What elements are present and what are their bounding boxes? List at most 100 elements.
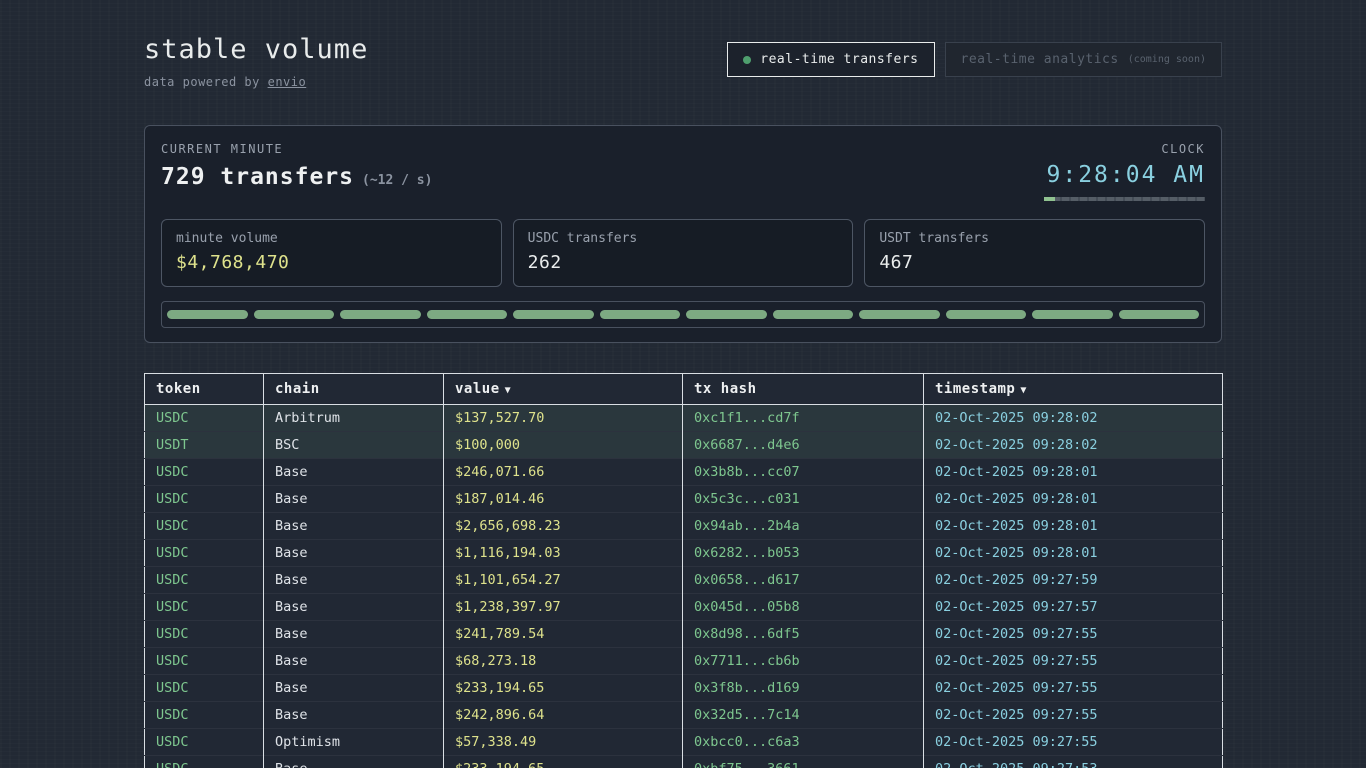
- tx-hash-cell[interactable]: 0x3f8b...d169: [683, 675, 924, 702]
- transfer-count-block: CURRENT MINUTE 729 transfers (~12 / s): [161, 142, 432, 190]
- tx-hash-cell[interactable]: 0xbcc0...c6a3: [683, 729, 924, 756]
- table-header-row: token chain value▼ tx hash timestamp▼: [145, 374, 1223, 405]
- chain-cell: Base: [264, 567, 444, 594]
- timestamp-cell: 02-Oct-2025 09:28:01: [924, 540, 1223, 567]
- token-cell: USDC: [145, 405, 264, 432]
- table-row: USDCBase$241,789.540x8d98...6df502-Oct-2…: [145, 621, 1223, 648]
- tab-label: real-time transfers: [760, 52, 918, 67]
- tx-hash-cell[interactable]: 0x5c3c...c031: [683, 486, 924, 513]
- pulse-segment: [859, 310, 940, 319]
- value-cell: $187,014.46: [444, 486, 683, 513]
- stat-value: 262: [528, 252, 839, 273]
- clock-time: 9:28:04 AM: [1044, 162, 1205, 188]
- table-row: USDCBase$246,071.660x3b8b...cc0702-Oct-2…: [145, 459, 1223, 486]
- column-header-timestamp[interactable]: timestamp▼: [924, 374, 1223, 405]
- value-cell: $1,116,194.03: [444, 540, 683, 567]
- timestamp-cell: 02-Oct-2025 09:27:55: [924, 729, 1223, 756]
- chain-cell: Base: [264, 702, 444, 729]
- chain-cell: Base: [264, 648, 444, 675]
- pulse-segment: [1032, 310, 1113, 319]
- token-cell: USDC: [145, 702, 264, 729]
- token-cell: USDC: [145, 675, 264, 702]
- minute-progress-track: [1044, 197, 1205, 201]
- envio-link[interactable]: envio: [268, 75, 307, 89]
- timestamp-cell: 02-Oct-2025 09:28:01: [924, 459, 1223, 486]
- token-cell: USDC: [145, 756, 264, 768]
- value-cell: $1,238,397.97: [444, 594, 683, 621]
- column-header-value[interactable]: value▼: [444, 374, 683, 405]
- table-row: USDCBase$233,194.650x3f8b...d16902-Oct-2…: [145, 675, 1223, 702]
- timestamp-cell: 02-Oct-2025 09:28:01: [924, 486, 1223, 513]
- stat-minute-volume: minute volume $4,768,470: [161, 219, 502, 287]
- tab-label: real-time analytics: [961, 52, 1119, 67]
- value-cell: $241,789.54: [444, 621, 683, 648]
- table-row: USDCBase$2,656,698.230x94ab...2b4a02-Oct…: [145, 513, 1223, 540]
- table-row: USDCArbitrum$137,527.700xc1f1...cd7f02-O…: [145, 405, 1223, 432]
- column-label: chain: [275, 381, 320, 397]
- minute-progress-fill: [1044, 197, 1055, 201]
- column-label: token: [156, 381, 201, 397]
- tab-realtime-transfers[interactable]: real-time transfers: [727, 42, 934, 77]
- tx-hash-cell[interactable]: 0x32d5...7c14: [683, 702, 924, 729]
- clock-label: CLOCK: [1044, 142, 1205, 156]
- current-minute-panel: CURRENT MINUTE 729 transfers (~12 / s) C…: [144, 125, 1222, 343]
- current-minute-label: CURRENT MINUTE: [161, 142, 432, 156]
- pulse-segment: [254, 310, 335, 319]
- stat-usdc-transfers: USDC transfers 262: [513, 219, 854, 287]
- tx-hash-cell[interactable]: 0x94ab...2b4a: [683, 513, 924, 540]
- timestamp-cell: 02-Oct-2025 09:27:53: [924, 756, 1223, 768]
- tx-hash-cell[interactable]: 0x3b8b...cc07: [683, 459, 924, 486]
- stat-value: 467: [879, 252, 1190, 273]
- column-header-tx-hash[interactable]: tx hash: [683, 374, 924, 405]
- tx-hash-cell[interactable]: 0x045d...05b8: [683, 594, 924, 621]
- token-cell: USDC: [145, 459, 264, 486]
- value-cell: $57,338.49: [444, 729, 683, 756]
- chain-cell: Base: [264, 594, 444, 621]
- chain-cell: Optimism: [264, 729, 444, 756]
- pulse-segment: [946, 310, 1027, 319]
- timestamp-cell: 02-Oct-2025 09:27:59: [924, 567, 1223, 594]
- tx-hash-cell[interactable]: 0xbf75...3661: [683, 756, 924, 768]
- subtitle: data powered by envio: [144, 75, 368, 89]
- transfers-table: token chain value▼ tx hash timestamp▼ USDCAr…: [144, 373, 1223, 768]
- tx-hash-cell[interactable]: 0x0658...d617: [683, 567, 924, 594]
- pulse-segment: [340, 310, 421, 319]
- chain-cell: Base: [264, 675, 444, 702]
- pulse-segment: [686, 310, 767, 319]
- token-cell: USDC: [145, 729, 264, 756]
- title-block: stable volume data powered by envio: [144, 34, 368, 89]
- column-header-token[interactable]: token: [145, 374, 264, 405]
- tx-hash-cell[interactable]: 0x6282...b053: [683, 540, 924, 567]
- page-title: stable volume: [144, 34, 368, 65]
- token-cell: USDC: [145, 594, 264, 621]
- timestamp-cell: 02-Oct-2025 09:28:01: [924, 513, 1223, 540]
- tx-hash-cell[interactable]: 0x6687...d4e6: [683, 432, 924, 459]
- tx-hash-cell[interactable]: 0x8d98...6df5: [683, 621, 924, 648]
- tab-realtime-analytics[interactable]: real-time analytics (coming soon): [945, 42, 1223, 77]
- chain-cell: Base: [264, 540, 444, 567]
- timestamp-cell: 02-Oct-2025 09:28:02: [924, 405, 1223, 432]
- timestamp-cell: 02-Oct-2025 09:27:55: [924, 675, 1223, 702]
- count-line: 729 transfers (~12 / s): [161, 164, 432, 190]
- value-cell: $233,194.65: [444, 675, 683, 702]
- pulse-segment: [1119, 310, 1200, 319]
- column-label: tx hash: [694, 381, 757, 397]
- tx-hash-cell[interactable]: 0x7711...cb6b: [683, 648, 924, 675]
- pulse-segment: [773, 310, 854, 319]
- token-cell: USDC: [145, 540, 264, 567]
- value-cell: $242,896.64: [444, 702, 683, 729]
- subtitle-text: data powered by: [144, 75, 268, 89]
- column-header-chain[interactable]: chain: [264, 374, 444, 405]
- table-row: USDCBase$187,014.460x5c3c...c03102-Oct-2…: [145, 486, 1223, 513]
- chain-cell: Base: [264, 756, 444, 768]
- chain-cell: Base: [264, 486, 444, 513]
- timestamp-cell: 02-Oct-2025 09:27:57: [924, 594, 1223, 621]
- table-row: USDCBase$233,194.650xbf75...366102-Oct-2…: [145, 756, 1223, 768]
- pulse-segment: [513, 310, 594, 319]
- tx-hash-cell[interactable]: 0xc1f1...cd7f: [683, 405, 924, 432]
- view-tabs: real-time transfers real-time analytics …: [727, 42, 1222, 77]
- page: stable volume data powered by envio real…: [144, 0, 1222, 768]
- stat-label: USDC transfers: [528, 231, 839, 246]
- value-cell: $68,273.18: [444, 648, 683, 675]
- chain-cell: Base: [264, 513, 444, 540]
